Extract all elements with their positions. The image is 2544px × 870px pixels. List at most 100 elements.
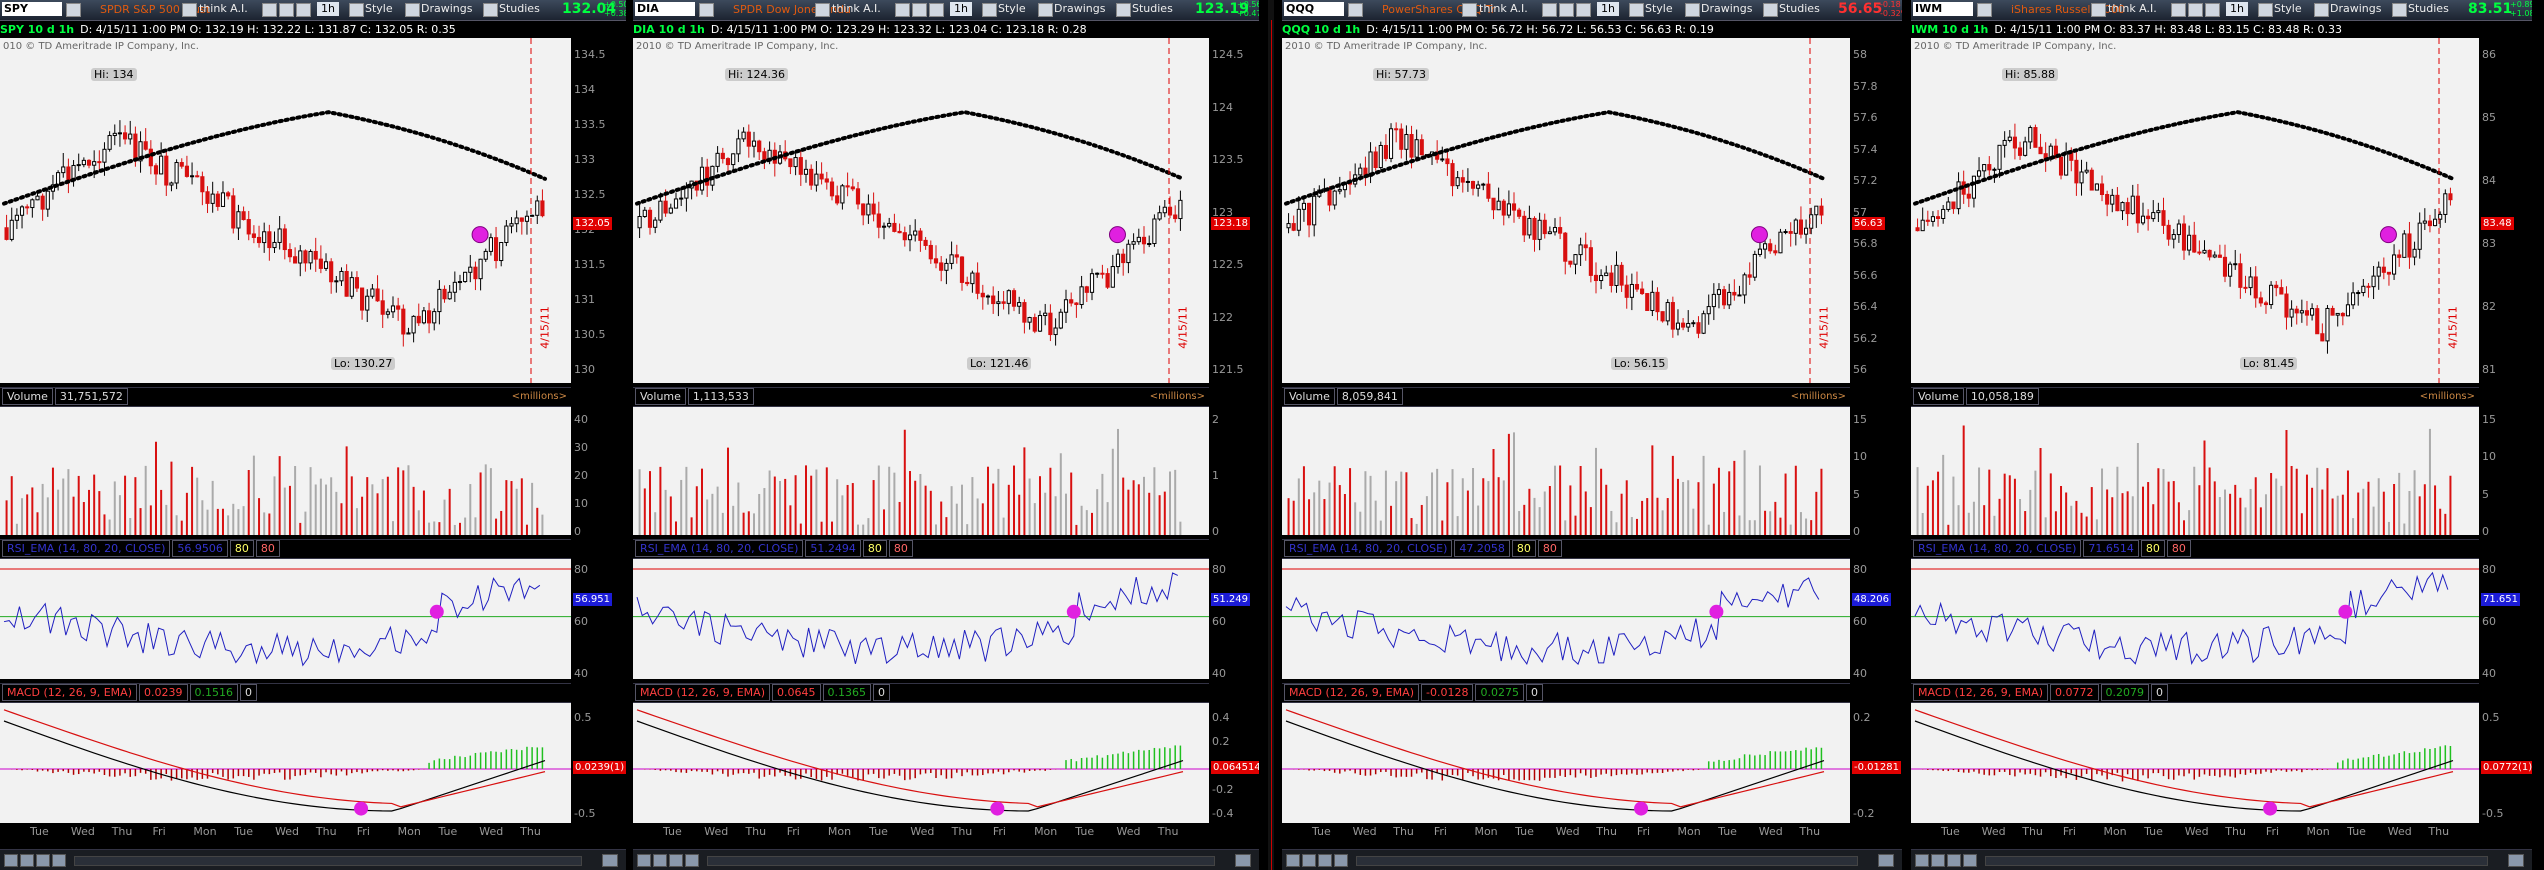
horizontal-scrollbar[interactable] [1985, 856, 2488, 866]
symbol-input[interactable]: SPY [2, 2, 62, 16]
timeframe-selector[interactable]: 1h [1597, 2, 1619, 16]
symbol-input[interactable]: QQQ [1284, 2, 1344, 16]
drawings-button[interactable]: Drawings [1054, 2, 1105, 16]
price-chart[interactable] [1911, 38, 2479, 383]
studies-button[interactable]: Studies [1132, 2, 1173, 16]
think-ai-icon[interactable] [182, 3, 197, 17]
think-ai-button[interactable]: think A.I. [1479, 2, 1528, 16]
rsi-chart[interactable] [633, 559, 1209, 679]
drawings-icon[interactable] [405, 3, 420, 17]
studies-icon[interactable] [1763, 3, 1778, 17]
style-icon[interactable] [1629, 3, 1644, 17]
expand-icon[interactable] [685, 854, 699, 867]
style-icon[interactable] [982, 3, 997, 17]
scroll-right-icon[interactable] [1235, 854, 1251, 867]
candle [2345, 304, 2351, 317]
macd-chart[interactable] [633, 703, 1209, 823]
zoom-out-icon[interactable] [1302, 854, 1316, 867]
zoom-in-icon[interactable] [36, 854, 50, 867]
grid-icon[interactable] [912, 3, 927, 17]
think-ai-button[interactable]: think A.I. [832, 2, 881, 16]
timeframe-selector[interactable]: 1h [2226, 2, 2248, 16]
scroll-right-icon[interactable] [602, 854, 618, 867]
think-ai-icon[interactable] [815, 3, 830, 17]
scroll-left-icon[interactable] [4, 854, 18, 867]
expand-icon[interactable] [1963, 854, 1977, 867]
volume-chart[interactable] [1282, 407, 1850, 535]
zoom-icon[interactable] [296, 3, 311, 17]
drawings-icon[interactable] [2314, 3, 2329, 17]
link-icon[interactable] [262, 3, 277, 17]
zoom-icon[interactable] [2205, 3, 2220, 17]
style-button[interactable]: Style [1645, 2, 1673, 16]
think-ai-button[interactable]: think A.I. [2108, 2, 2157, 16]
zoom-in-icon[interactable] [1947, 854, 1961, 867]
horizontal-scrollbar[interactable] [74, 856, 582, 866]
style-button[interactable]: Style [2274, 2, 2302, 16]
symbol-input[interactable]: DIA [635, 2, 695, 16]
grid-icon[interactable] [279, 3, 294, 17]
scroll-left-icon[interactable] [1286, 854, 1300, 867]
macd-chart[interactable] [1282, 703, 1850, 823]
scroll-left-icon[interactable] [637, 854, 651, 867]
zoom-out-icon[interactable] [653, 854, 667, 867]
zoom-icon[interactable] [1576, 3, 1591, 17]
price-chart[interactable] [633, 38, 1209, 383]
drawings-button[interactable]: Drawings [2330, 2, 2381, 16]
zoom-in-icon[interactable] [669, 854, 683, 867]
timeframe-selector[interactable]: 1h [950, 2, 972, 16]
studies-icon[interactable] [483, 3, 498, 17]
zoom-out-icon[interactable] [1931, 854, 1945, 867]
studies-button[interactable]: Studies [499, 2, 540, 16]
style-icon[interactable] [349, 3, 364, 17]
zoom-icon[interactable] [929, 3, 944, 17]
time-axis-tick: Tue [869, 825, 888, 838]
studies-button[interactable]: Studies [1779, 2, 1820, 16]
studies-icon[interactable] [1116, 3, 1131, 17]
volume-chart[interactable] [0, 407, 571, 535]
rsi-chart[interactable] [0, 559, 571, 679]
link-icon[interactable] [895, 3, 910, 17]
macd-chart[interactable] [0, 703, 571, 823]
grid-icon[interactable] [1559, 3, 1574, 17]
drawings-icon[interactable] [1685, 3, 1700, 17]
think-ai-icon[interactable] [1462, 3, 1477, 17]
style-icon[interactable] [2258, 3, 2273, 17]
symbol-dropdown-icon[interactable] [1977, 3, 1992, 17]
volume-chart[interactable] [633, 407, 1209, 535]
macd-chart[interactable] [1911, 703, 2479, 823]
candle [1084, 286, 1089, 293]
volume-chart[interactable] [1911, 407, 2479, 535]
candle [1506, 203, 1511, 216]
zoom-out-icon[interactable] [20, 854, 34, 867]
scroll-right-icon[interactable] [2508, 854, 2524, 867]
price-chart[interactable] [1282, 38, 1850, 383]
zoom-in-icon[interactable] [1318, 854, 1332, 867]
grid-icon[interactable] [2188, 3, 2203, 17]
drawings-button[interactable]: Drawings [1701, 2, 1752, 16]
link-icon[interactable] [2171, 3, 2186, 17]
expand-icon[interactable] [52, 854, 66, 867]
symbol-dropdown-icon[interactable] [1348, 3, 1363, 17]
symbol-input[interactable]: IWM [1913, 2, 1973, 16]
rsi-chart[interactable] [1911, 559, 2479, 679]
studies-button[interactable]: Studies [2408, 2, 2449, 16]
timeframe-selector[interactable]: 1h [317, 2, 339, 16]
horizontal-scrollbar[interactable] [1356, 856, 1858, 866]
link-icon[interactable] [1542, 3, 1557, 17]
symbol-dropdown-icon[interactable] [66, 3, 81, 17]
style-button[interactable]: Style [365, 2, 393, 16]
symbol-dropdown-icon[interactable] [699, 3, 714, 17]
scroll-left-icon[interactable] [1915, 854, 1929, 867]
price-chart[interactable] [0, 38, 571, 383]
horizontal-scrollbar[interactable] [707, 856, 1215, 866]
drawings-button[interactable]: Drawings [421, 2, 472, 16]
rsi-chart[interactable] [1282, 559, 1850, 679]
think-ai-icon[interactable] [2091, 3, 2106, 17]
style-button[interactable]: Style [998, 2, 1026, 16]
studies-icon[interactable] [2392, 3, 2407, 17]
expand-icon[interactable] [1334, 854, 1348, 867]
drawings-icon[interactable] [1038, 3, 1053, 17]
scroll-right-icon[interactable] [1878, 854, 1894, 867]
think-ai-button[interactable]: think A.I. [199, 2, 248, 16]
